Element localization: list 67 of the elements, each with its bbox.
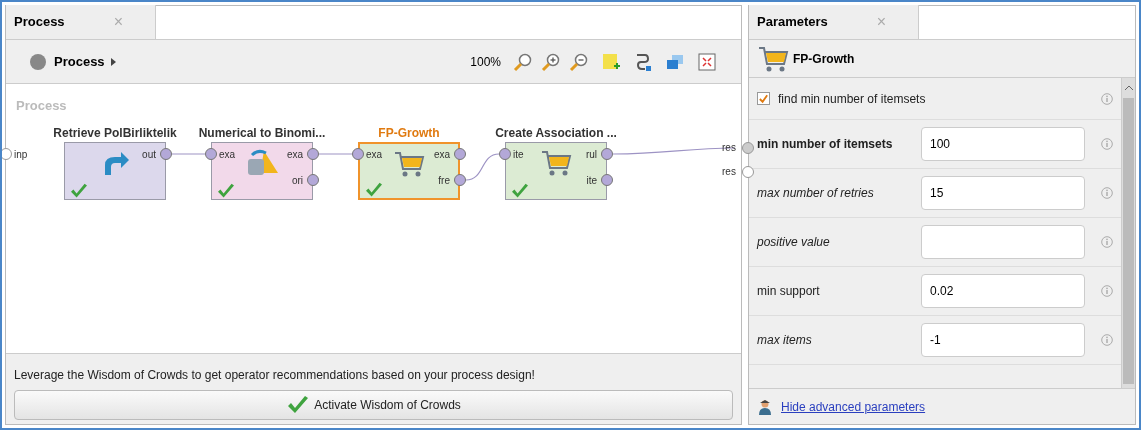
input-field[interactable]: 15	[921, 176, 1085, 210]
parameter-label: max items	[757, 332, 813, 349]
operator-title: FP-Growth	[378, 125, 440, 142]
input-port[interactable]	[2, 148, 12, 160]
activate-wisdom-button[interactable]: Activate Wisdom of Crowds	[14, 390, 733, 420]
connector-line	[319, 153, 352, 155]
add-note-icon[interactable]	[601, 51, 621, 72]
wisdom-message: Leverage the Wisdom of Crowds to get operator recommendations based on your process design!	[14, 368, 535, 382]
input-field[interactable]: -1	[921, 323, 1085, 357]
port-label: out	[141, 148, 156, 162]
port-label: ite	[585, 174, 597, 188]
check-icon	[510, 183, 530, 199]
zoom-out-icon[interactable]	[569, 51, 589, 72]
port-label: res	[722, 141, 736, 155]
operator-title: Retrieve PolBirliktelik	[53, 125, 177, 142]
operator-name: FP-Growth	[793, 50, 855, 68]
input-port[interactable]	[352, 148, 364, 160]
port-label: fre	[437, 174, 450, 188]
port-label: exa	[219, 148, 236, 162]
check-icon	[286, 395, 311, 415]
checkbox[interactable]	[757, 92, 770, 105]
checkbox-label: find min number of itemsets	[778, 90, 927, 108]
input-port[interactable]	[499, 148, 511, 160]
operator-node[interactable]	[358, 142, 460, 200]
zoom-reset-icon[interactable]	[513, 51, 533, 72]
caret-icon[interactable]	[108, 57, 117, 66]
input-port[interactable]	[205, 148, 217, 160]
input-field[interactable]: 100	[921, 127, 1085, 161]
operator-node[interactable]	[505, 142, 607, 200]
port-label: ori	[290, 174, 303, 188]
operator-node[interactable]	[211, 142, 313, 200]
process-tab[interactable]: Process ×	[6, 5, 156, 39]
port-label: ite	[513, 148, 524, 162]
operator-title: Create Association ...	[495, 125, 617, 142]
tab-title: Process	[14, 13, 65, 32]
input-field[interactable]	[921, 225, 1085, 259]
breadcrumb[interactable]: Process	[54, 51, 105, 72]
parameter-label: max number of retries	[757, 185, 875, 202]
scrollbar[interactable]	[1121, 78, 1135, 388]
connector-line	[466, 153, 499, 181]
check-icon	[364, 182, 384, 198]
port-label: exa	[432, 148, 450, 162]
port-label: exa	[285, 148, 303, 162]
hide-advanced-link[interactable]: Hide advanced parameters	[781, 397, 926, 416]
port-label: rul	[584, 148, 597, 162]
check-icon	[216, 183, 236, 199]
operator-node[interactable]	[64, 142, 166, 200]
canvas-label: Process	[16, 97, 67, 115]
port-label: inp	[14, 148, 28, 162]
port-label: exa	[366, 148, 383, 162]
connector-line	[172, 153, 205, 155]
tab-title: Parameters	[757, 13, 828, 32]
fit-icon[interactable]	[697, 51, 717, 72]
port-label: res	[722, 165, 736, 179]
parameter-label: min support	[757, 283, 821, 300]
zoom-level: 100%	[470, 53, 501, 71]
check-icon	[69, 183, 89, 199]
operator-title: Numerical to Binomi...	[198, 125, 326, 142]
parameters-tab[interactable]: Parameters ×	[749, 5, 919, 39]
parameter-label: min number of itemsets	[757, 136, 894, 153]
input-field[interactable]: 0.02	[921, 274, 1085, 308]
output-port[interactable]	[742, 166, 754, 178]
output-port[interactable]	[742, 142, 754, 154]
zoom-in-icon[interactable]	[541, 51, 561, 72]
process-icon	[30, 53, 46, 70]
parameter-label: positive value	[757, 234, 831, 251]
person-icon	[757, 398, 773, 415]
